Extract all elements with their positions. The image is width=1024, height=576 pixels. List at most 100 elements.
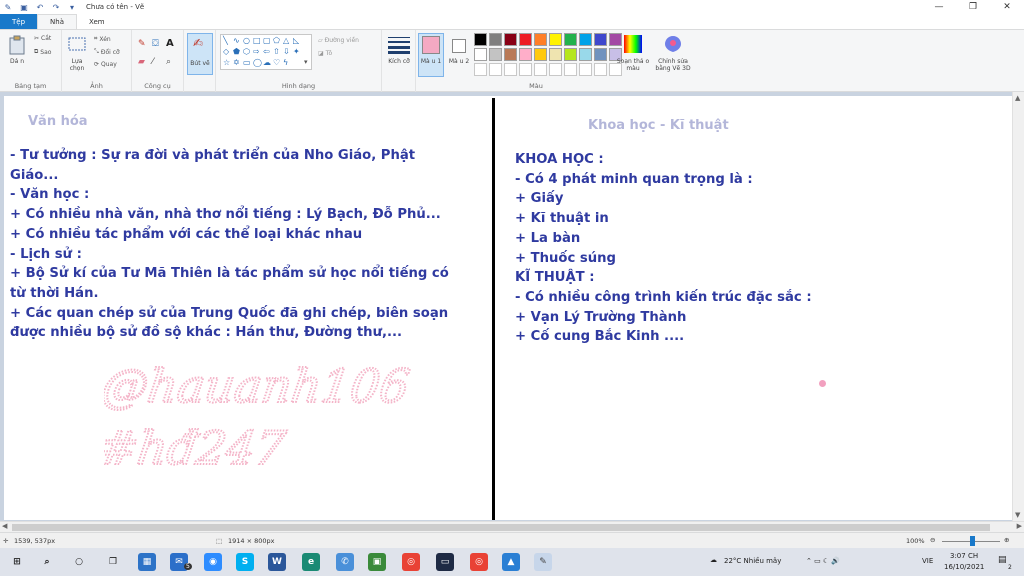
- palette-color-swatch[interactable]: [549, 33, 562, 46]
- crop-button[interactable]: ⌗ Xén: [94, 35, 111, 43]
- shape-rounded-rect-icon[interactable]: ▢: [263, 36, 271, 45]
- palette-color-swatch[interactable]: [594, 33, 607, 46]
- weather-icon[interactable]: ☁: [710, 556, 717, 564]
- scroll-down-icon[interactable]: ▼: [1015, 511, 1020, 519]
- paint3d-icon[interactable]: [664, 35, 682, 53]
- fill-button[interactable]: ◪ Tô: [318, 50, 332, 57]
- shape-callout-rect-icon[interactable]: ▭: [243, 58, 251, 67]
- custom-color-slot[interactable]: [489, 63, 502, 76]
- custom-color-slot[interactable]: [534, 63, 547, 76]
- edit-colors-icon[interactable]: [624, 35, 642, 53]
- size-button[interactable]: Kích cỡ: [386, 58, 412, 65]
- word-icon[interactable]: W: [268, 553, 286, 571]
- zoom-app-icon[interactable]: ◉: [204, 553, 222, 571]
- paint-taskbar-icon[interactable]: ✎: [534, 553, 552, 571]
- shape-star6-icon[interactable]: ✡: [233, 58, 240, 67]
- task-view-icon[interactable]: ❐: [104, 553, 122, 571]
- zoom-in-icon[interactable]: ⊕: [1004, 536, 1009, 544]
- custom-color-slot[interactable]: [564, 63, 577, 76]
- palette-color-swatch[interactable]: [564, 33, 577, 46]
- custom-color-slot[interactable]: [474, 63, 487, 76]
- chrome-icon[interactable]: ◎: [402, 553, 420, 571]
- paint3d-button[interactable]: Chỉnh sửa bằng Vẽ 3D: [652, 58, 694, 72]
- palette-color-swatch[interactable]: [474, 48, 487, 61]
- edit-colors-button[interactable]: Soạn thả o màu: [616, 58, 650, 72]
- paste-icon[interactable]: [9, 35, 25, 55]
- skype-icon[interactable]: S: [236, 553, 254, 571]
- fill-icon[interactable]: ⛋: [152, 40, 159, 49]
- palette-color-swatch[interactable]: [519, 48, 532, 61]
- chat-app-icon[interactable]: ▭: [436, 553, 454, 571]
- palette-color-swatch[interactable]: [519, 33, 532, 46]
- pencil-icon[interactable]: ✎: [138, 40, 146, 49]
- zoom-out-icon[interactable]: ⊖: [930, 536, 935, 544]
- undo-icon[interactable]: ↶: [35, 3, 45, 12]
- palette-color-swatch[interactable]: [504, 48, 517, 61]
- chrome-profile-icon[interactable]: ◎: [470, 553, 488, 571]
- start-icon[interactable]: ⊞: [8, 553, 26, 571]
- palette-color-swatch[interactable]: [579, 33, 592, 46]
- shape-right-triangle-icon[interactable]: ◺: [293, 36, 299, 45]
- photos-icon[interactable]: ▲: [502, 553, 520, 571]
- edge-icon[interactable]: e: [302, 553, 320, 571]
- weather-text[interactable]: 22°C Nhiều mây: [724, 557, 781, 565]
- shape-callout-cloud-icon[interactable]: ☁: [263, 58, 271, 67]
- palette-color-swatch[interactable]: [579, 48, 592, 61]
- tab-home[interactable]: Nhà: [37, 14, 77, 29]
- shape-heart-icon[interactable]: ♡: [273, 58, 280, 67]
- shape-lightning-icon[interactable]: ϟ: [283, 58, 288, 67]
- custom-color-slot[interactable]: [549, 63, 562, 76]
- palette-color-swatch[interactable]: [489, 48, 502, 61]
- custom-color-slot[interactable]: [579, 63, 592, 76]
- shape-star5-icon[interactable]: ☆: [223, 58, 230, 67]
- system-tray-icons[interactable]: ⌃ ▭ ☾ 🔊: [806, 557, 840, 565]
- palette-color-swatch[interactable]: [549, 48, 562, 61]
- rotate-button[interactable]: ⟳ Quay: [94, 61, 117, 68]
- search-icon[interactable]: ⌕: [38, 553, 56, 571]
- close-button[interactable]: ✕: [990, 0, 1024, 14]
- custom-color-slot[interactable]: [504, 63, 517, 76]
- palette-color-swatch[interactable]: [504, 33, 517, 46]
- color2-swatch[interactable]: [452, 39, 466, 53]
- horizontal-scrollbar[interactable]: ◀ ▶: [0, 521, 1024, 532]
- palette-color-swatch[interactable]: [489, 33, 502, 46]
- customize-toolbar-icon[interactable]: ▾: [67, 3, 77, 12]
- scroll-up-icon[interactable]: ▲: [1015, 94, 1020, 102]
- magnifier-icon[interactable]: ⌕: [166, 58, 171, 67]
- clock-date[interactable]: 16/10/2021: [944, 563, 984, 571]
- select-icon[interactable]: [68, 37, 86, 51]
- shape-callout-oval-icon[interactable]: ◯: [253, 58, 262, 67]
- palette-color-swatch[interactable]: [534, 48, 547, 61]
- outline-button[interactable]: ▱ Đường viền: [318, 37, 359, 44]
- cortana-icon[interactable]: ○: [70, 553, 88, 571]
- cut-button[interactable]: ✂ Cắt: [34, 35, 51, 42]
- shape-line-icon[interactable]: ╲: [223, 36, 228, 45]
- eraser-icon[interactable]: ▰: [138, 58, 145, 67]
- custom-color-slot[interactable]: [594, 63, 607, 76]
- copy-button[interactable]: ⧉ Sao: [34, 48, 51, 56]
- horizontal-scroll-thumb[interactable]: [12, 524, 990, 531]
- shape-curve-icon[interactable]: ∿: [233, 36, 240, 45]
- drawing-canvas[interactable]: Văn hóa Khoa học - Kĩ thuật - Tư tưởng :…: [4, 96, 1012, 520]
- shape-rectangle-icon[interactable]: □: [253, 36, 261, 45]
- calculator-icon[interactable]: ▦: [138, 553, 156, 571]
- palette-color-swatch[interactable]: [609, 33, 622, 46]
- scroll-left-icon[interactable]: ◀: [2, 522, 7, 530]
- tab-view[interactable]: Xem: [77, 14, 117, 29]
- resize-button[interactable]: ⤡ Đổi cỡ: [94, 48, 120, 56]
- paste-button[interactable]: Dá n: [6, 58, 28, 65]
- clock-time[interactable]: 3:07 CH: [950, 552, 978, 560]
- palette-color-swatch[interactable]: [534, 33, 547, 46]
- notification-icon[interactable]: ▤: [998, 555, 1007, 565]
- text-icon[interactable]: A: [166, 39, 174, 49]
- shape-triangle-icon[interactable]: △: [283, 36, 289, 45]
- palette-color-swatch[interactable]: [594, 48, 607, 61]
- scroll-right-icon[interactable]: ▶: [1017, 522, 1022, 530]
- shape-polygon-icon[interactable]: ⬠: [273, 36, 280, 45]
- palette-color-swatch[interactable]: [564, 48, 577, 61]
- redo-icon[interactable]: ↷: [51, 3, 61, 12]
- save-icon[interactable]: ▣: [19, 3, 29, 12]
- messenger-icon[interactable]: ✆: [336, 553, 354, 571]
- maximize-button[interactable]: ❐: [956, 0, 990, 14]
- custom-color-slot[interactable]: [519, 63, 532, 76]
